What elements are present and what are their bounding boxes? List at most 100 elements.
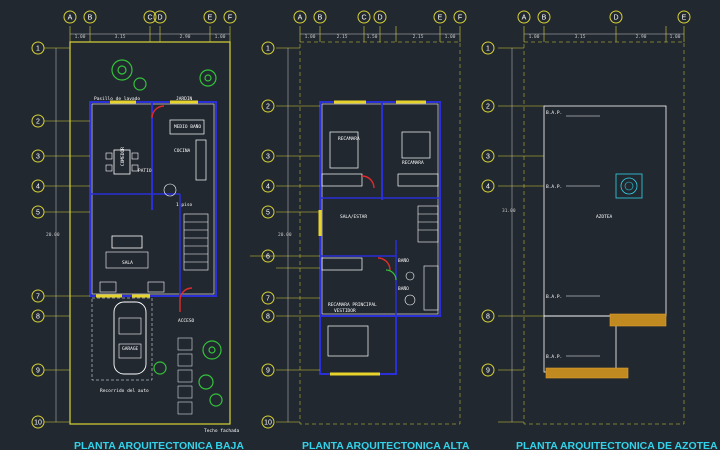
closet xyxy=(321,173,363,187)
grid-axis-bubble-row: 4 xyxy=(31,179,45,193)
grid-axis-bubble-row: 5 xyxy=(261,205,275,219)
car xyxy=(113,301,147,375)
svg-text:2: 2 xyxy=(266,104,270,111)
master-bedroom-walls xyxy=(319,315,397,375)
bap-label: B.A.P. xyxy=(546,354,562,360)
room-label-cocina: COCINA xyxy=(174,148,191,154)
floor-plans-drawing: A B C D E F A B C D E F A B D E123457891012345678910123… xyxy=(31,10,718,450)
svg-text:8: 8 xyxy=(486,314,490,321)
dimension-text: 2.15 xyxy=(413,34,424,40)
grid-axis-bubble-col: B xyxy=(313,10,327,24)
svg-text:E: E xyxy=(208,15,213,22)
closet xyxy=(321,257,363,271)
svg-text:3: 3 xyxy=(486,154,490,161)
grid-axis-bubble-col: D xyxy=(373,10,387,24)
plan-title-alta: PLANTA ARQUITECTONICA ALTA xyxy=(302,440,470,450)
room-label-vestidor: VESTIDOR xyxy=(334,308,356,314)
bed xyxy=(327,325,369,357)
grid-axis-bubble-row: 1 xyxy=(261,41,275,55)
dimension-text: 3.15 xyxy=(115,34,126,40)
svg-text:D: D xyxy=(377,15,382,22)
svg-text:9: 9 xyxy=(266,368,270,375)
dim-total-p2: 20.00 xyxy=(278,232,292,238)
plan-titles: PLANTA ARQUITECTONICA BAJA PLANTA ARQUIT… xyxy=(74,440,718,450)
room-label-medio-bano: MEDIO BAÑO xyxy=(174,123,201,130)
label-techo: Techo fachada xyxy=(204,428,240,434)
room-label-comedor: COMEDOR xyxy=(120,147,126,166)
svg-text:B: B xyxy=(88,15,93,22)
dimension-text: 1.00 xyxy=(670,34,681,40)
room-label-patio: PATIO xyxy=(138,168,152,174)
svg-text:E: E xyxy=(438,15,443,22)
grid-axis-bubble-col: E xyxy=(203,10,217,24)
paving-tiles xyxy=(177,337,193,415)
grid-axis-bubble-row: 2 xyxy=(481,99,495,113)
grid-axis-bubble-row: 4 xyxy=(261,179,275,193)
svg-text:5: 5 xyxy=(36,210,40,217)
grid-axis-bubble-row: 2 xyxy=(261,99,275,113)
lot-boundary xyxy=(299,41,461,425)
toilet xyxy=(404,294,416,306)
svg-text:7: 7 xyxy=(36,294,40,301)
svg-text:9: 9 xyxy=(486,368,490,375)
bap-label: B.A.P. xyxy=(546,294,562,300)
grid-axis-bubble-row: 8 xyxy=(481,309,495,323)
room-label-garage: GARAGE xyxy=(122,346,139,352)
sink xyxy=(405,271,415,281)
room-label-azotea: AZOTEA xyxy=(596,214,613,220)
room-label-recamara-principal: RECAMARA PRINCIPAL xyxy=(328,302,377,308)
dimension-text: 1.50 xyxy=(367,34,378,40)
room-label-recamara: RECAMARA xyxy=(338,136,360,142)
grid-axis-bubble-col: B xyxy=(537,10,551,24)
dimension-text: 1.00 xyxy=(305,34,316,40)
grid-axis-bubble-row: 8 xyxy=(261,309,275,323)
bap-label: B.A.P. xyxy=(546,184,562,190)
svg-text:9: 9 xyxy=(36,368,40,375)
grid-axis-bubble-row: 1 xyxy=(481,41,495,55)
room-label-jardin: JARDIN xyxy=(176,96,193,102)
grid-axis-bubble-col: E xyxy=(677,10,691,24)
svg-text:3: 3 xyxy=(36,154,40,161)
dimension-text: 1.00 xyxy=(529,34,540,40)
svg-text:C: C xyxy=(147,15,152,22)
house-walls xyxy=(319,101,441,317)
dimension-text: 2.90 xyxy=(636,34,647,40)
grid-axis-bubble-col: F xyxy=(223,10,237,24)
inner-wall-line xyxy=(321,103,439,315)
grid-axis-bubble-row: 3 xyxy=(481,149,495,163)
trees-planta-baja xyxy=(111,59,223,407)
dimension-text: 2.90 xyxy=(180,34,191,40)
room-label-bano: BAÑO xyxy=(398,257,409,264)
svg-text:10: 10 xyxy=(264,420,272,427)
door-swing xyxy=(377,257,391,271)
svg-text:1: 1 xyxy=(266,46,270,53)
room-label-sala-estar: SALA/ESTAR xyxy=(340,214,367,220)
staircase xyxy=(417,205,439,243)
svg-text:3: 3 xyxy=(266,154,270,161)
svg-text:F: F xyxy=(458,15,462,22)
shower xyxy=(423,265,439,311)
grid-axis-bubble-row: 7 xyxy=(261,291,275,305)
grid-axis-bubble-row: 7 xyxy=(31,289,45,303)
svg-text:7: 7 xyxy=(266,296,270,303)
dimension-text: 2.15 xyxy=(337,34,348,40)
grid-axis-bubble-col: E xyxy=(433,10,447,24)
bap-label: B.A.P. xyxy=(546,110,562,116)
dim-total-p3: 31.00 xyxy=(502,208,516,214)
cad-drawing-canvas: A B C D E F A B C D E F A B D E 1 2 3 4 5 7 8 9 10 1 2 3 4 5 6 7 8 9 10 1 2 3… xyxy=(0,0,720,450)
svg-text:2: 2 xyxy=(486,104,490,111)
svg-text:F: F xyxy=(228,15,232,22)
slope-arrows xyxy=(566,115,600,357)
staircase xyxy=(183,213,209,271)
grid-axis-bubble-col: B xyxy=(83,10,97,24)
room-label-recamara-2: RECAMARA xyxy=(402,160,424,166)
grid-axis-bubble-row: 10 xyxy=(261,415,275,429)
room-label-acceso: ACCESO xyxy=(178,318,195,324)
svg-text:4: 4 xyxy=(266,184,270,191)
grid-axis-bubble-col: A xyxy=(293,10,307,24)
svg-text:C: C xyxy=(361,15,366,22)
roof-outline xyxy=(543,105,667,317)
grid-axis-bubble-row: 9 xyxy=(31,363,45,377)
plan-title-azotea: PLANTA ARQUITECTONICA DE AZOTEA xyxy=(516,440,718,450)
svg-text:5: 5 xyxy=(266,210,270,217)
